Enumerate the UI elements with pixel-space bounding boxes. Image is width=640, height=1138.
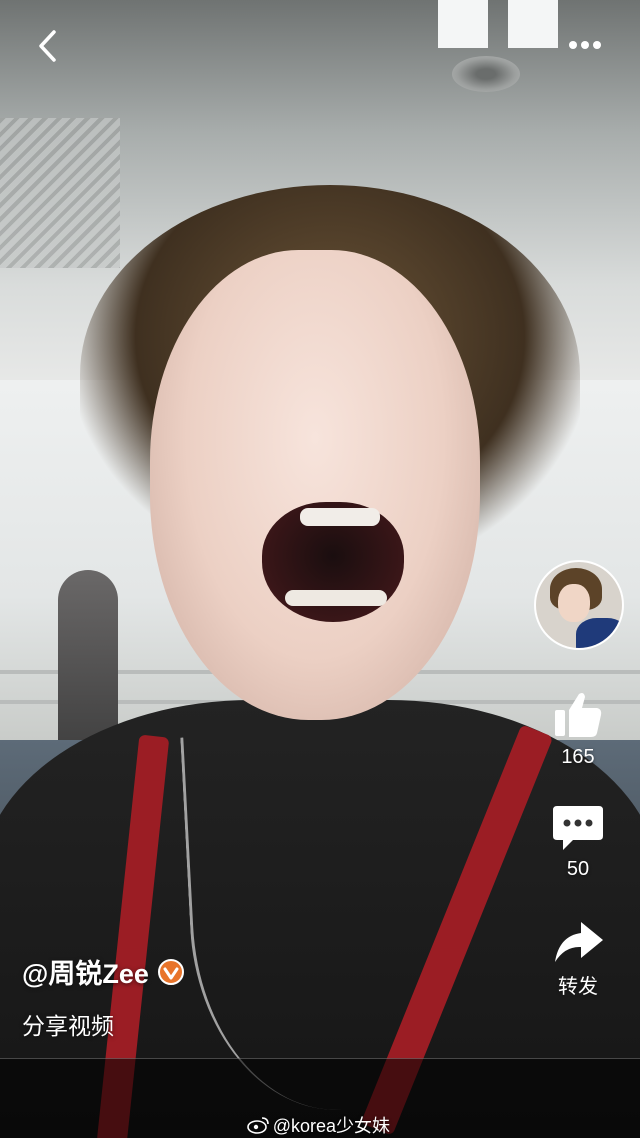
share-arrow-icon [555,922,603,962]
video-description: 分享视频 [22,1013,114,1039]
back-button[interactable] [30,26,70,66]
weibo-icon [246,1117,269,1134]
comment-count: 50 [566,858,590,880]
avatar-face [558,584,590,622]
watermark-text: @korea少女妹 [272,1116,390,1136]
chevron-left-icon [39,30,56,62]
username-row[interactable]: @周锐Zee [22,952,185,991]
avatar-shirt [576,618,622,648]
subject-teeth [285,590,387,606]
comment-bubble-icon [553,806,603,850]
like-button[interactable]: 165 [518,688,638,769]
watermark: @korea少女妹 [246,1112,390,1138]
ceiling-vent [0,118,120,268]
thumbs-up-icon [555,693,602,737]
video-screen: 165 50 转发 @周锐Zee 分享视频 @korea少女妹 [0,0,640,1138]
author-username[interactable]: @周锐Zee [22,952,149,991]
verified-badge-icon [157,958,184,985]
like-count: 165 [561,746,595,768]
author-avatar[interactable] [534,560,624,650]
more-button[interactable] [560,30,610,60]
comment-button[interactable]: 50 [518,800,638,881]
more-dots-icon [569,41,601,49]
share-label: 转发 [558,976,598,998]
share-button[interactable]: 转发 [518,918,638,999]
video-caption: @周锐Zee 分享视频 [22,952,185,1041]
subject-face [150,250,480,720]
subject-teeth [300,508,380,526]
top-bar [0,0,640,90]
